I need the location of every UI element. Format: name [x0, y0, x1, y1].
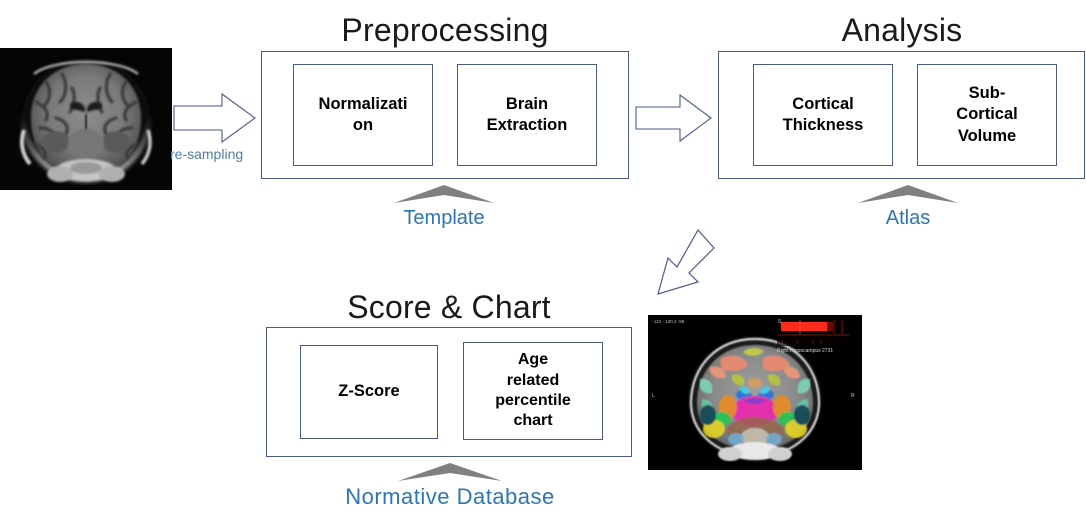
step-line: Sub- [968, 84, 1006, 103]
step-line: Z-Score [338, 382, 400, 401]
step-box-normalization[interactable]: Normalizati on [293, 64, 433, 166]
step-line: Normalizati [318, 94, 408, 113]
step-line: Cortical [956, 105, 1018, 124]
flat-chevron-up-icon [394, 185, 494, 203]
section-title-score-chart: Score & Chart [347, 289, 551, 325]
diagram-canvas: re-sampling Preprocessing Normalizati on… [0, 0, 1086, 525]
section-title-preprocessing: Preprocessing [341, 12, 549, 48]
step-line: Extraction [486, 116, 568, 134]
segmented-coronal-mri-graphic [648, 315, 862, 470]
arrow-label-re-sampling: re-sampling [170, 146, 244, 162]
down-left-block-arrow-icon [657, 228, 715, 295]
step-box-brain-extraction[interactable]: Brain Extraction [457, 64, 597, 166]
step-box-age-percentile-chart[interactable]: Age related percentile chart [463, 342, 603, 440]
arrow-analysis-to-score-chart [636, 228, 716, 304]
flat-chevron-up-icon [858, 185, 958, 203]
step-line: Thickness [782, 116, 864, 134]
step-line: Age [517, 351, 549, 369]
step-label-sub-cortical-volume: Sub- Cortical Volume [922, 83, 1052, 146]
step-box-cortical-thickness[interactable]: Cortical Thickness [753, 64, 893, 166]
support-label-normative-database: Normative Database [345, 484, 555, 509]
step-line: Brain [505, 94, 549, 113]
step-label-normalization: Normalizati on [298, 94, 428, 136]
right-block-arrow-icon [173, 92, 256, 144]
step-label-brain-extraction: Brain Extraction [462, 94, 592, 136]
step-line: percentile [495, 392, 571, 409]
step-line: on [352, 116, 374, 134]
step-box-sub-cortical-volume[interactable]: Sub- Cortical Volume [917, 64, 1057, 166]
step-label-age-percentile-chart: Age related percentile chart [468, 350, 598, 432]
step-label-z-score: Z-Score [305, 381, 433, 402]
section-title-analysis: Analysis [841, 12, 963, 48]
segmented-coronal-mri: - 121 - 130.2 -86 S L R 0 4 10 Right Hip… [648, 315, 862, 470]
chevron-template [392, 183, 496, 205]
step-label-cortical-thickness: Cortical Thickness [758, 94, 888, 136]
step-line: chart [513, 412, 553, 430]
coronal-t1-mri [0, 48, 172, 190]
arrow-input-to-preprocessing [172, 90, 258, 146]
flat-chevron-up-icon [398, 463, 502, 481]
right-block-arrow-icon [635, 93, 712, 143]
step-line: Cortical [792, 94, 854, 113]
coronal-t1-mri-graphic [0, 48, 172, 190]
arrow-preprocessing-to-analysis [634, 92, 714, 144]
chevron-normative-database [396, 461, 504, 483]
support-label-template: Template [403, 207, 485, 229]
step-line: related [506, 371, 560, 389]
step-line: Volume [957, 126, 1017, 145]
support-label-atlas: Atlas [885, 207, 931, 229]
chevron-atlas [856, 183, 960, 205]
step-box-z-score[interactable]: Z-Score [300, 345, 438, 439]
